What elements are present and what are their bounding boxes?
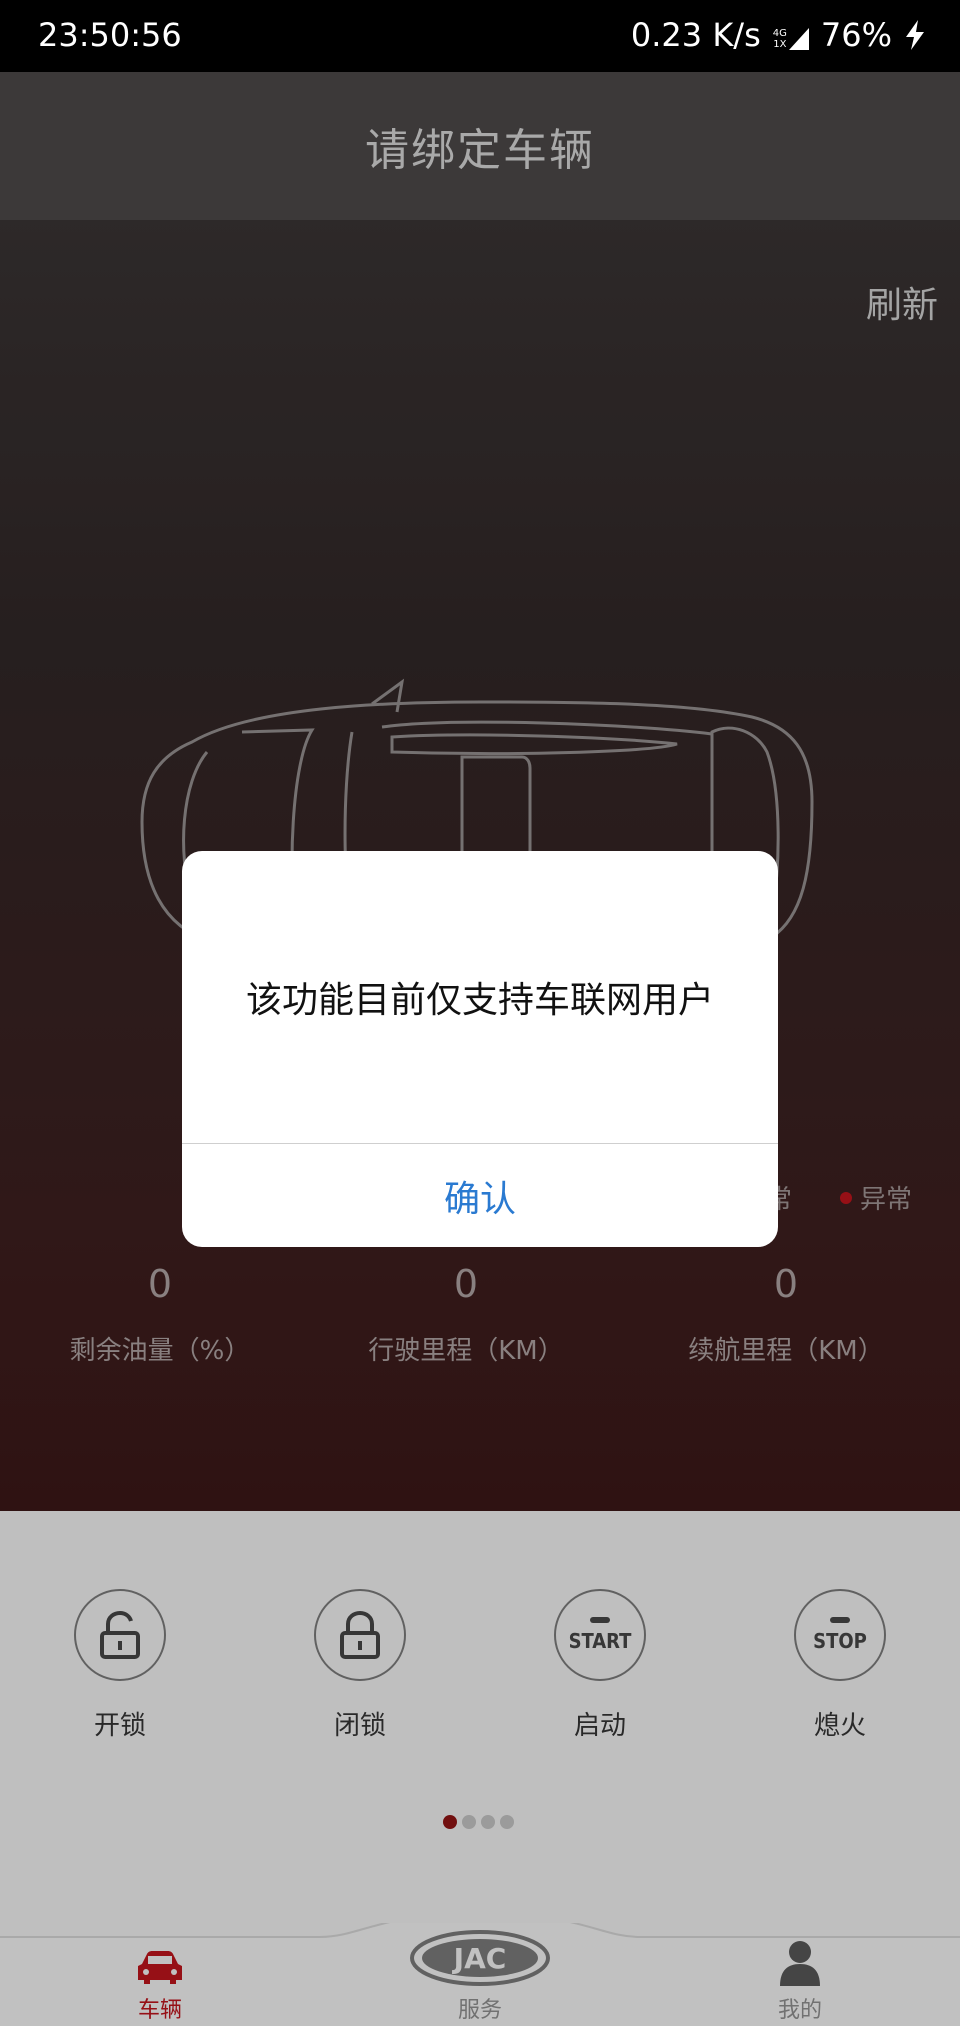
network-type-bottom: 1X — [773, 39, 787, 50]
status-bar: 23:50:56 0.23 K/s 4G 1X 76% — [0, 0, 960, 72]
battery-level: 76% — [820, 16, 892, 54]
signal-icon: 4G 1X — [773, 20, 809, 50]
confirm-button[interactable]: 确认 — [182, 1144, 778, 1247]
status-right: 0.23 K/s 4G 1X 76% — [631, 16, 926, 54]
network-speed: 0.23 K/s — [630, 16, 761, 54]
status-time: 23:50:56 — [38, 16, 182, 54]
dialog-message: 该功能目前仅支持车联网用户 — [245, 980, 714, 1021]
charging-icon — [906, 20, 924, 50]
alert-dialog: 该功能目前仅支持车联网用户 确认 — [182, 851, 778, 1247]
network-type-top: 4G — [772, 28, 787, 39]
